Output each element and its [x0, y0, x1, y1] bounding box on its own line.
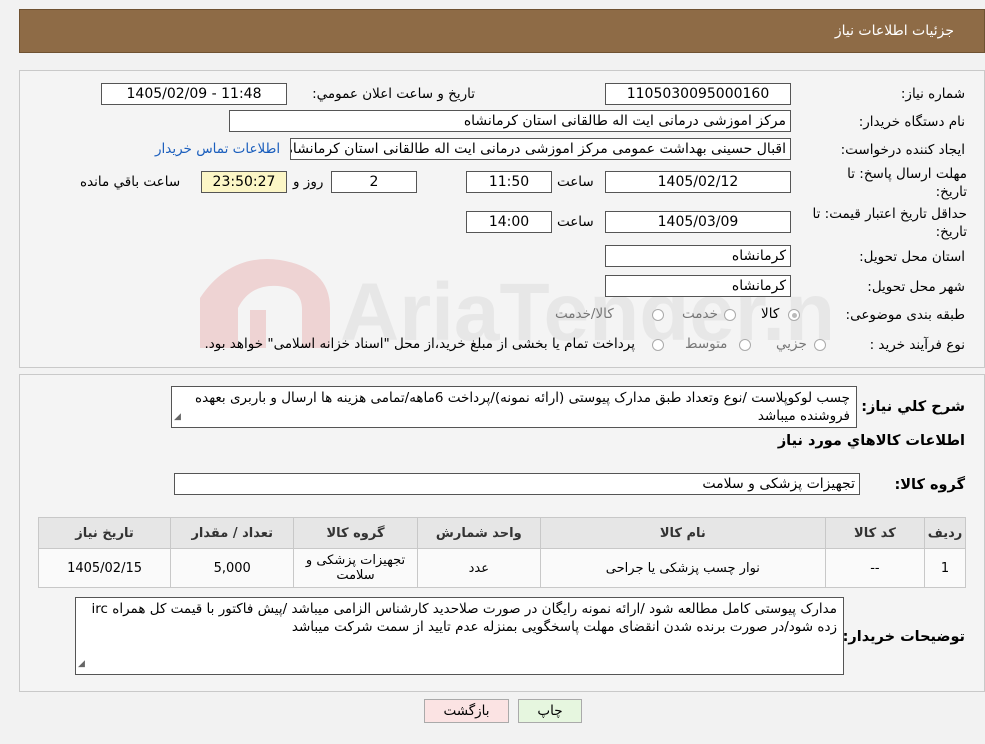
days-label: روز و [293, 174, 324, 190]
announce-label: تاریخ و ساعت اعلان عمومي: [312, 86, 475, 102]
validity-label: حداقل تاریخ اعتبار قیمت: تا [812, 206, 967, 222]
description-text: چسب لوکوپلاست /نوع وتعداد طبق مدارک پیوس… [195, 390, 850, 424]
cell-group: تجهیزات پزشکی و سلامت [293, 548, 418, 588]
category-label: طبقه بندی موضوعی: [845, 307, 965, 323]
buyer-notes-text: مدارک پیوستی کامل مطالعه شود /ارائه نمون… [91, 601, 837, 635]
col-date: تاریخ نیاز [37, 517, 172, 549]
goods-group-field: تجهیزات پزشکی و سلامت [174, 473, 860, 495]
need-number-label: شماره نیاز: [900, 86, 965, 102]
description-label: شرح کلي نياز: [861, 399, 965, 415]
print-button[interactable]: چاپ [518, 699, 582, 723]
category-service-label: خدمت [682, 306, 718, 322]
buyer-notes-textarea[interactable]: مدارک پیوستی کامل مطالعه شود /ارائه نمون… [75, 597, 844, 675]
province-field: کرمانشاه [605, 245, 791, 267]
cell-name: نوار چسب پزشکی یا جراحی [539, 548, 826, 588]
validity-date-field: 1405/03/09 [605, 211, 791, 233]
cell-qty: 5,000 [170, 548, 295, 588]
province-label: استان محل تحویل: [859, 249, 965, 265]
col-unit: واحد شمارش [416, 517, 541, 549]
deadline-date-field: 1405/02/12 [605, 171, 791, 193]
category-radio-goods[interactable] [788, 309, 800, 321]
table-header-row: رديف کد کالا نام کالا واحد شمارش گروه کا… [37, 517, 966, 549]
process-radio-treasury[interactable] [652, 339, 664, 351]
cell-date: 1405/02/15 [37, 548, 172, 588]
cell-unit: عدد [416, 548, 541, 588]
page-title: جزئیات اطلاعات نیاز [834, 23, 954, 39]
city-label: شهر محل تحویل: [867, 279, 965, 295]
description-textarea[interactable]: چسب لوکوپلاست /نوع وتعداد طبق مدارک پیوس… [171, 386, 857, 428]
deadline-label-2: تاریخ: [935, 184, 967, 200]
buyer-contact-link[interactable]: اطلاعات تماس خریدار [155, 141, 280, 157]
deadline-label: مهلت ارسال پاسخ: تا [847, 166, 967, 182]
buyer-notes-label: توضیحات خریدار: [842, 629, 965, 645]
creator-field: اقبال حسینی بهداشت عمومی مرکز اموزشی درم… [290, 138, 791, 160]
process-radio-minor[interactable] [814, 339, 826, 351]
col-qty: تعداد / مقدار [170, 517, 295, 549]
col-row: رديف [924, 517, 966, 549]
goods-info-title: اطلاعات کالاهاي مورد نياز [777, 433, 965, 449]
validity-time-field: 14:00 [466, 211, 552, 233]
process-minor-label: جزيي [776, 336, 807, 352]
deadline-time-field: 11:50 [466, 171, 552, 193]
validity-time-label: ساعت [557, 214, 594, 230]
col-code: کد کالا [824, 517, 926, 549]
col-name: نام کالا [539, 517, 826, 549]
goods-group-label: گروه کالا: [894, 477, 965, 493]
days-remaining-field: 2 [331, 171, 417, 193]
table-row: 1 -- نوار چسب پزشکی یا جراحی عدد تجهیزات… [37, 548, 966, 588]
category-goods-service-label: کالا/خدمت [555, 306, 614, 322]
cell-row: 1 [924, 548, 966, 588]
buyer-label: نام دستگاه خريدار: [858, 114, 965, 130]
col-group: گروه کالا [293, 517, 418, 549]
resize-grip-icon[interactable]: ◢ [174, 408, 181, 426]
city-field: کرمانشاه [605, 275, 791, 297]
validity-label-2: تاریخ: [935, 224, 967, 240]
resize-grip-icon[interactable]: ◢ [78, 655, 85, 673]
category-goods-label: کالا [761, 306, 780, 322]
process-radio-medium[interactable] [739, 339, 751, 351]
category-radio-goods-service[interactable] [652, 309, 664, 321]
remaining-time-field: 23:50:27 [201, 171, 287, 193]
process-label: نوع فرآیند خرید : [869, 337, 965, 353]
need-number-field: 1105030095000160 [605, 83, 791, 105]
deadline-time-label: ساعت [557, 174, 594, 190]
creator-label: ایجاد کننده درخواست: [840, 142, 965, 158]
process-medium-label: متوسط [685, 336, 728, 352]
page-header: جزئیات اطلاعات نیاز [19, 9, 985, 53]
process-note: پرداخت تمام یا بخشی از مبلغ خرید،از محل … [204, 336, 635, 352]
announce-field: 1405/02/09 - 11:48 [101, 83, 287, 105]
items-table: رديف کد کالا نام کالا واحد شمارش گروه کا… [37, 517, 966, 588]
back-button[interactable]: بازگشت [424, 699, 509, 723]
buyer-field: مرکز اموزشی درمانی ایت اله طالقانی استان… [229, 110, 791, 132]
cell-code: -- [824, 548, 926, 588]
category-radio-service[interactable] [724, 309, 736, 321]
remaining-label: ساعت باقي مانده [80, 174, 181, 190]
